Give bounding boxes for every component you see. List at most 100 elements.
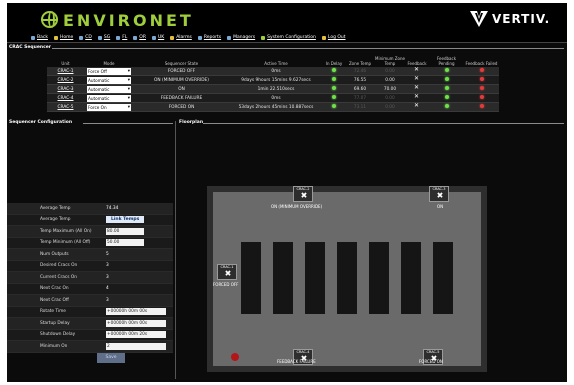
feedback-fan-icon xyxy=(414,85,420,92)
home-icon xyxy=(53,35,58,40)
mode-select[interactable]: Automatic xyxy=(87,76,131,84)
brand-logo: ENVIRONET xyxy=(63,11,194,30)
col-feedback-pending: Feedback Pending xyxy=(436,56,457,66)
divider xyxy=(52,48,564,49)
alarm-icon xyxy=(170,35,175,40)
sequencer-state: FORCED OFF xyxy=(134,67,229,76)
nav-reports[interactable]: Reports xyxy=(197,35,221,40)
crac-unit-1[interactable]: CRAC-1 ✖ xyxy=(217,264,237,280)
server-rack xyxy=(369,242,389,314)
config-row: Average Temp Link Temps xyxy=(7,214,173,226)
config-row: Next Crac Off 3 xyxy=(7,295,173,307)
mode-select[interactable]: Automatic xyxy=(87,94,131,102)
nav-managers[interactable]: Managers xyxy=(227,35,255,40)
active-time: 1min 22.510secs xyxy=(229,84,323,94)
nav-system-configuration[interactable]: System Configuration xyxy=(261,35,316,40)
zone-temp: 69.60 xyxy=(345,84,375,94)
config-row: Average Temp 74.34 xyxy=(7,203,173,215)
table-row: CRAC-3 Automatic ON 1min 22.510secs 69.6… xyxy=(47,84,499,94)
active-time: 9days 9hours 15mins 9.627secs xyxy=(229,75,323,85)
in-delay-led-icon xyxy=(332,95,336,99)
nav-alarms[interactable]: Alarms xyxy=(170,35,192,40)
in-delay-led-icon xyxy=(332,77,336,81)
crac-unit-link[interactable]: CRAC-2 xyxy=(58,78,74,83)
feedback-pending-led-icon xyxy=(444,104,449,108)
crac-unit-link[interactable]: CRAC-1 xyxy=(58,69,74,74)
config-row: Desired Cracs On 3 xyxy=(7,260,173,272)
nav-fl[interactable]: FL xyxy=(116,35,127,40)
header: ENVIRONET VERTIV. xyxy=(7,3,567,33)
nav-bar: Back Home CD SG FL OR UK Alarms Reports … xyxy=(7,33,567,43)
feedback-failed-led-icon xyxy=(479,86,484,90)
mode-select[interactable]: Force Off xyxy=(87,67,131,75)
zone-temp: 72.46 xyxy=(345,67,375,76)
temp-min-input[interactable]: 50.00 xyxy=(106,239,144,247)
panel-divider xyxy=(175,121,176,379)
col-zone-temp: Zone Temp xyxy=(348,60,372,66)
minimum-on-input[interactable]: 2 xyxy=(106,342,166,350)
nav-or[interactable]: OR xyxy=(133,35,146,40)
sequencer-state: FORCED ON xyxy=(134,102,229,112)
server-rack xyxy=(337,242,357,314)
mode-select[interactable]: Force On xyxy=(87,103,131,111)
table-row: CRAC-4 Automatic FEEDBACK FAILURE 0ms 77… xyxy=(47,93,499,103)
config-row: Num Outputs 5 xyxy=(7,249,173,261)
crac-unit-link[interactable]: CRAC-4 xyxy=(58,96,74,101)
min-zone-temp: 0.00 xyxy=(375,93,405,103)
col-active-time: Active Time xyxy=(264,60,288,66)
arrow-left-icon xyxy=(31,35,35,40)
sequencer-config-panel: Average Temp 74.34 Average Temp Link Temps… xyxy=(7,203,173,353)
nav-cd[interactable]: CD xyxy=(79,35,92,40)
vendor-logo: VERTIV. xyxy=(492,12,551,26)
config-row: Minimum On 2 xyxy=(7,341,173,353)
min-zone-temp: 0.00 xyxy=(375,75,405,85)
feedback-pending-led-icon xyxy=(444,68,449,72)
feedback-pending-led-icon xyxy=(444,95,449,99)
desired-cracs-value: 3 xyxy=(106,263,109,269)
average-temp-value: 74.34 xyxy=(106,205,119,211)
shutdown-delay-input[interactable]: +00000h 00m 20s xyxy=(106,331,166,339)
nav-uk[interactable]: UK xyxy=(151,35,164,40)
feedback-failed-led-icon xyxy=(479,68,484,72)
config-row: Shutdown Delay +00000h 00m 20s xyxy=(7,329,173,341)
fan-icon: ✖ xyxy=(224,269,232,278)
nav-home[interactable]: Home xyxy=(53,35,73,40)
divider xyxy=(203,123,564,124)
zone-temp: 73.11 xyxy=(345,102,375,112)
col-unit: Unit xyxy=(61,60,70,66)
table-row: CRAC-1 Force Off FORCED OFF 0ms 72.46 0.… xyxy=(47,67,499,76)
table-row: CRAC-5 Force On FORCED ON 53days 2hours … xyxy=(47,102,499,112)
crac-unit-link[interactable]: CRAC-3 xyxy=(58,87,74,92)
sequencer-config-title: Sequencer Configuration xyxy=(9,120,73,125)
save-button[interactable]: Save xyxy=(97,353,125,363)
server-rack xyxy=(433,242,453,314)
nav-sg[interactable]: SG xyxy=(97,35,110,40)
config-row: Temp Maximum (All On) 80.00 xyxy=(7,226,173,238)
crac-unit-2[interactable]: CRAC-2 ✖ xyxy=(293,186,313,202)
nav-log-out[interactable]: Log Out xyxy=(321,35,346,40)
mode-select[interactable]: Automatic xyxy=(87,85,131,93)
feedback-fan-icon xyxy=(414,67,420,73)
startup-delay-input[interactable]: +00000h 00m 00s xyxy=(106,319,166,327)
config-row: Next Crac On 4 xyxy=(7,283,173,295)
crac-sequencer-title: CRAC Sequencer xyxy=(9,45,52,50)
crac-2-state: ON (MINIMUM OVERRIDE) xyxy=(271,204,323,209)
nav-back[interactable]: Back xyxy=(31,35,48,40)
col-feedback-failed: Feedback Failed xyxy=(465,60,498,66)
link-temps-button[interactable]: Link Temps xyxy=(106,216,145,224)
crac-unit-link[interactable]: CRAC-5 xyxy=(58,105,74,110)
in-delay-led-icon xyxy=(332,86,336,90)
rotate-time-input[interactable]: +00000h 00m 00s xyxy=(106,308,166,316)
page-icon xyxy=(79,35,84,40)
num-outputs-value: 5 xyxy=(106,251,109,257)
config-row: Rotate Time +00000h 00m 00s xyxy=(7,306,173,318)
managers-icon xyxy=(227,35,232,40)
table-header: Unit Mode Sequencer State Active Time In… xyxy=(47,53,499,67)
temp-max-input[interactable]: 80.00 xyxy=(106,227,144,235)
crac-sequencer-table: Unit Mode Sequencer State Active Time In… xyxy=(47,53,499,112)
feedback-fan-icon xyxy=(414,76,420,83)
col-min-zone-temp: Minimum Zone Temp xyxy=(375,56,405,66)
crac-unit-3[interactable]: CRAC-3 ✖ xyxy=(429,186,449,202)
server-rack xyxy=(241,242,261,314)
crac-3-state: ON xyxy=(437,204,444,209)
